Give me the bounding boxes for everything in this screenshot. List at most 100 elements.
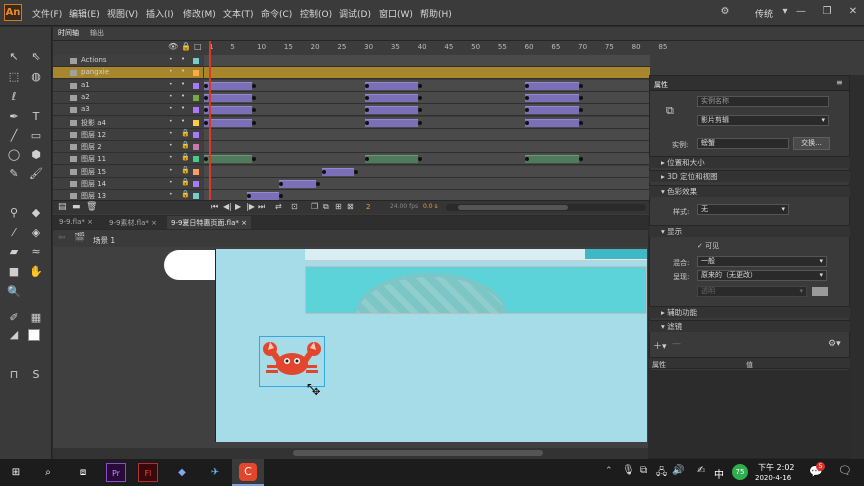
layer-row[interactable]: 图层 12 • 🔒	[53, 128, 203, 141]
layer-name[interactable]: 图层 15	[81, 167, 106, 177]
section-accessibility[interactable]: ▸ 辅助功能	[649, 306, 850, 318]
layer-color-swatch[interactable]	[193, 58, 199, 64]
layer-visibility-dot[interactable]: •	[169, 179, 173, 186]
frame-row[interactable]	[204, 91, 650, 104]
snap-magnet-icon[interactable]: ⊓	[6, 367, 22, 383]
keyframe[interactable]	[204, 83, 208, 88]
frame-row[interactable]	[204, 141, 650, 154]
menu-view[interactable]: 视图(V)	[107, 7, 138, 20]
edit-multiple-icon[interactable]: ⊞	[335, 202, 342, 211]
layer-lock-icon[interactable]: •	[181, 67, 185, 75]
ime-indicator[interactable]: 中	[714, 466, 724, 481]
oval-tool-icon[interactable]: ◯	[6, 147, 22, 163]
frame-row[interactable]	[204, 165, 650, 178]
keyframe[interactable]	[278, 194, 283, 199]
first-frame-icon[interactable]: ⏮	[211, 202, 218, 212]
pen-input-icon[interactable]: ✍	[697, 465, 705, 476]
layer-name[interactable]: 图层 11	[81, 154, 106, 164]
layer-row[interactable]: Actions • •	[53, 55, 203, 67]
layer-visibility-dot[interactable]: •	[169, 105, 173, 112]
new-layer-icon[interactable]: ▤	[58, 202, 67, 212]
3d-rotation-icon[interactable]: ◍	[28, 69, 44, 85]
layer-lock-icon[interactable]: •	[181, 80, 185, 88]
smooth-icon[interactable]: S	[28, 367, 44, 383]
layer-lock-icon[interactable]: •	[181, 55, 185, 63]
layer-lock-icon[interactable]: 🔒	[181, 166, 190, 174]
tab-timeline[interactable]: 时间轴	[58, 28, 79, 39]
outline-icon[interactable]: □	[194, 42, 202, 51]
grid-icon[interactable]: ▦	[28, 310, 44, 326]
remove-filter-icon[interactable]: —	[672, 339, 681, 349]
menu-text[interactable]: 文本(T)	[223, 7, 254, 20]
stage-hscroll[interactable]	[53, 448, 648, 459]
motion-tween[interactable]	[204, 93, 253, 102]
instance-symbol-field[interactable]: 螃蟹	[697, 138, 789, 149]
motion-tween[interactable]	[525, 118, 579, 127]
banner-main[interactable]	[305, 266, 647, 314]
free-transform-icon[interactable]: ⬚	[6, 69, 22, 85]
blend-select[interactable]: 一般 ▾	[697, 256, 827, 267]
layer-name[interactable]: 图层 14	[81, 179, 106, 189]
layer-name[interactable]: 图层 2	[81, 142, 102, 152]
selection-tool-icon[interactable]: ↖	[6, 49, 22, 65]
action-center-icon[interactable]: 🗨	[838, 464, 852, 477]
timeline-hscroll[interactable]	[446, 204, 646, 211]
symbol-type-select[interactable]: 影片剪辑 ▾	[697, 115, 829, 126]
keyframe[interactable]	[252, 120, 257, 125]
center-frame-icon[interactable]: ⊡	[291, 202, 298, 211]
keyframe[interactable]	[418, 157, 422, 162]
eyedropper-icon[interactable]: ⁄	[6, 225, 22, 241]
layer-visibility-dot[interactable]: •	[169, 81, 173, 88]
onion-markers-icon[interactable]: ⊠	[347, 202, 354, 211]
system-badge[interactable]: 75	[732, 464, 748, 480]
layer-name[interactable]: 图层 12	[81, 130, 106, 140]
fps-readout[interactable]: 24.00 fps	[390, 203, 418, 210]
layer-name[interactable]: pangxie	[81, 68, 109, 76]
stroke-color-icon[interactable]: ✐	[6, 310, 22, 326]
layer-row[interactable]: a3 • •	[53, 104, 203, 117]
layer-color-swatch[interactable]	[193, 156, 199, 163]
menu-control[interactable]: 控制(O)	[300, 7, 332, 20]
layer-name[interactable]: a1	[81, 81, 90, 89]
keyframe[interactable]	[252, 108, 257, 113]
animate-app-icon[interactable]: C	[239, 463, 257, 481]
motion-tween[interactable]	[364, 93, 418, 102]
motion-tween[interactable]	[278, 180, 317, 188]
section-filters[interactable]: ▾ 滤镜	[649, 320, 850, 332]
subselection-tool-icon[interactable]: ⇖	[28, 49, 44, 65]
layer-color-swatch[interactable]	[193, 119, 199, 126]
layer-lock-icon[interactable]: 🔒	[181, 141, 190, 149]
layer-color-swatch[interactable]	[193, 144, 199, 151]
render-select[interactable]: 原来的（无更改） ▾	[697, 270, 827, 281]
bg-color-swatch[interactable]	[812, 287, 828, 296]
sync-settings-icon[interactable]: ⚙	[718, 6, 732, 18]
keyframe[interactable]	[321, 169, 326, 174]
keyframe[interactable]	[578, 120, 583, 125]
motion-tween[interactable]	[204, 81, 253, 90]
motion-tween[interactable]	[204, 118, 253, 127]
layer-visibility-dot[interactable]: •	[169, 130, 173, 137]
eraser-tool-icon[interactable]: ▰	[6, 244, 22, 260]
network-icon[interactable]: 🖧	[656, 465, 667, 482]
layer-visibility-dot[interactable]: •	[169, 68, 173, 75]
keyframe[interactable]	[525, 95, 529, 100]
tab-output[interactable]: 输出	[90, 28, 104, 39]
screen-capture-icon[interactable]: ⧉	[640, 465, 647, 476]
onion-outline-icon[interactable]: ⧉	[323, 202, 329, 212]
zoom-tool-icon[interactable]: 🔍	[6, 284, 22, 300]
layer-name[interactable]: Actions	[81, 56, 107, 64]
layer-row[interactable]: 投影 a4 • •	[53, 116, 203, 129]
eye-icon[interactable]: 👁	[168, 42, 178, 51]
width-tool-icon[interactable]: ≈	[28, 244, 44, 260]
transparent-select[interactable]: 透明 ▾	[697, 286, 807, 297]
instance-name-input[interactable]: 实例名称	[697, 96, 829, 107]
keyframe[interactable]	[578, 83, 583, 88]
current-frame[interactable]: 2	[366, 203, 370, 211]
layer-lock-icon[interactable]: 🔒	[181, 129, 190, 137]
fill-color-icon[interactable]: ◢	[6, 327, 22, 343]
motion-tween[interactable]	[364, 81, 418, 90]
lock-icon[interactable]: 🔒	[181, 42, 191, 51]
layer-color-swatch[interactable]	[193, 70, 199, 77]
doc-tab-1[interactable]: 9-9.fla* ×	[55, 216, 97, 229]
panel-menu-icon[interactable]: ≡	[836, 78, 843, 87]
